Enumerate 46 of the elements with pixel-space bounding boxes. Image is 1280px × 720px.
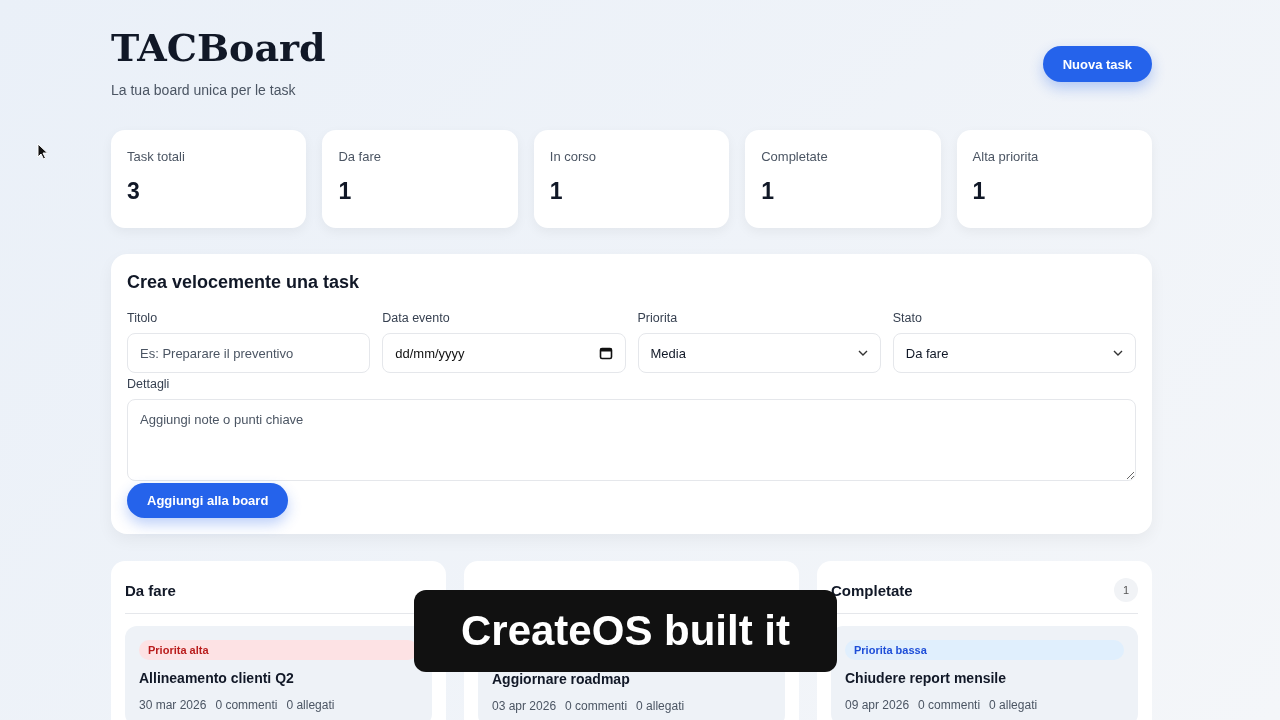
task-title: Allineamento clienti Q2 xyxy=(139,670,294,686)
comment-count: 0 commenti xyxy=(565,699,628,713)
calendar-icon[interactable] xyxy=(598,346,613,360)
app-subtitle: La tua board unica per le task xyxy=(111,82,297,98)
stat-label: Alta priorita xyxy=(972,149,1039,164)
task-title: Aggiornare roadmap xyxy=(492,671,630,687)
attachment-count: 0 allegati xyxy=(636,699,685,713)
field-label: Stato xyxy=(892,311,922,325)
field-label: Titolo xyxy=(127,311,158,325)
task-date: 09 apr 2026 xyxy=(845,698,910,712)
stat-label: Task totali xyxy=(127,149,185,164)
new-task-button[interactable]: Nuova task xyxy=(1042,46,1152,82)
stat-value: 1 xyxy=(972,178,986,205)
attachment-count: 0 allegati xyxy=(989,698,1038,712)
stat-label: In corso xyxy=(549,149,597,164)
comment-count: 0 commenti xyxy=(215,698,278,712)
chevron-down-icon xyxy=(1113,350,1123,356)
task-card[interactable]: Priorita bassa Chiudere report mensile 09 apr 2026 0 commenti 0 allegati xyxy=(831,626,1138,720)
comment-count: 0 commenti xyxy=(918,698,981,712)
cursor-icon xyxy=(37,143,49,160)
stat-label: Da fare xyxy=(338,149,382,164)
attachment-count: 0 allegati xyxy=(286,698,335,712)
priority-badge: Priorita bassa xyxy=(845,640,1124,660)
field-label: Data evento xyxy=(382,311,450,325)
count-badge: 1 xyxy=(1114,578,1138,602)
stat-value: 3 xyxy=(127,178,140,205)
details-textarea[interactable]: Aggiungi note o punti chiave xyxy=(127,399,1136,481)
chevron-down-icon xyxy=(857,350,868,356)
stat-value: 1 xyxy=(549,178,563,205)
select-dropdown[interactable]: Da fare xyxy=(892,333,1136,373)
task-card[interactable]: Priorita alta Allineamento clienti Q2 30 mar 2026 0 commenti 0 allegati xyxy=(125,626,432,720)
task-date: 30 mar 2026 xyxy=(139,698,207,712)
date-input[interactable]: dd/mm/yyyy xyxy=(382,333,626,373)
task-title: Chiudere report mensile xyxy=(845,670,1007,686)
form-title: Crea velocemente una task xyxy=(127,272,361,293)
stat-value: 1 xyxy=(761,178,774,205)
title-input[interactable]: Es: Preparare il preventivo xyxy=(127,333,371,373)
task-date: 03 apr 2026 xyxy=(492,699,557,713)
stat-value: 1 xyxy=(338,178,352,205)
select-dropdown[interactable]: Media xyxy=(637,333,881,373)
field-label: Dettagli xyxy=(127,377,171,391)
add-button[interactable]: Aggiungi alla board xyxy=(127,483,289,518)
field-label: Priorita xyxy=(637,311,678,325)
app-title: TACBoard xyxy=(111,24,326,72)
stat-label: Completate xyxy=(761,149,828,164)
column-title: Da fare xyxy=(125,581,176,599)
